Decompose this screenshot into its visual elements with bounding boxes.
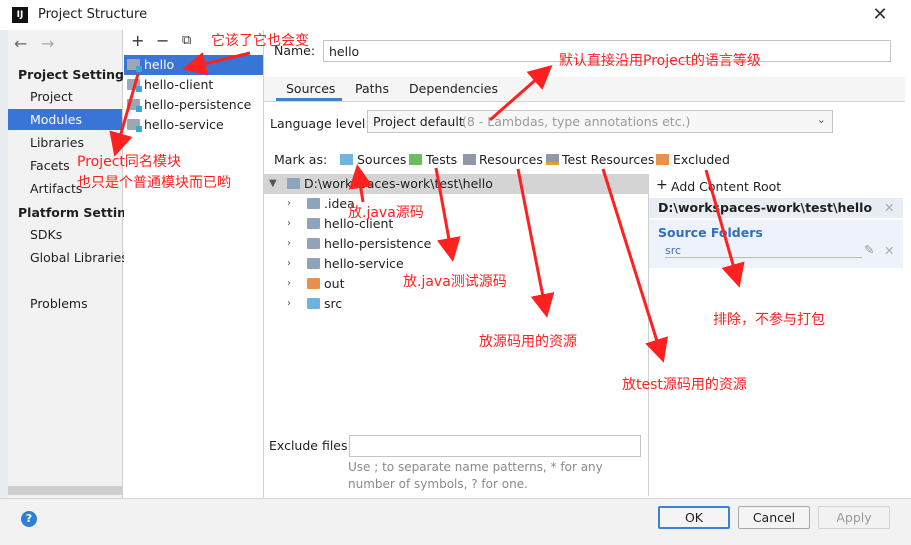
arrow-excluded bbox=[704, 169, 745, 288]
arrow-resources bbox=[516, 168, 555, 318]
annotation-language: 默认直接沿用Project的语言等级 bbox=[559, 53, 761, 69]
annotation-same-name-2: 也只是个普通模块而已哟 bbox=[77, 175, 231, 191]
annotation-java-source: 放.java源码 bbox=[348, 205, 424, 221]
arrow-tests bbox=[434, 167, 461, 262]
annotation-excluded: 排除，不参与打包 bbox=[713, 312, 825, 328]
annotation-module-name: 它该了它也会变 bbox=[211, 33, 309, 49]
arrow-language bbox=[489, 65, 553, 122]
arrow-same-name bbox=[109, 73, 140, 157]
annotation-resources: 放源码用的资源 bbox=[479, 334, 577, 350]
arrow-sources bbox=[348, 164, 373, 203]
annotation-test-resources: 放test源码用的资源 bbox=[622, 377, 747, 393]
annotation-java-test: 放.java测试源码 bbox=[403, 274, 507, 290]
arrow-test-resources bbox=[601, 168, 669, 363]
arrow-to-hello bbox=[182, 51, 251, 76]
annotation-same-name-1: Project同名模块 bbox=[77, 154, 181, 170]
